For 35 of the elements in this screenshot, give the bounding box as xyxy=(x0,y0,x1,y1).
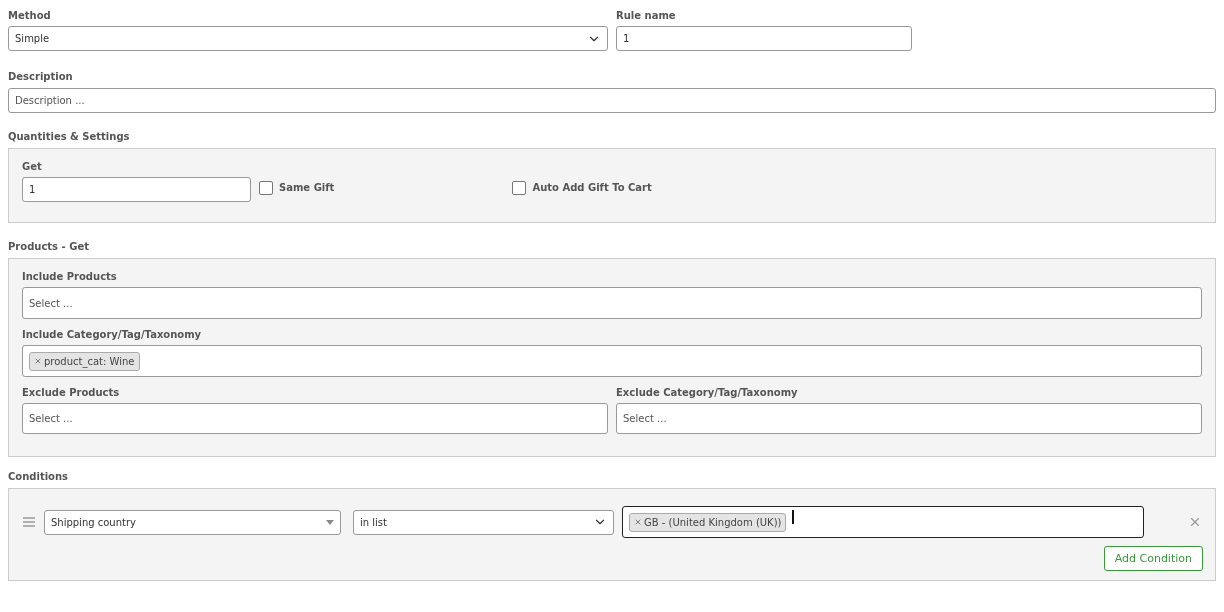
checkbox-option[interactable]: Auto Add Gift To Cart xyxy=(512,180,652,195)
condition-operator-select[interactable]: in list xyxy=(352,509,614,535)
dropdown-arrow-icon xyxy=(325,519,334,525)
field-label: Get xyxy=(22,161,43,172)
checkbox-option[interactable]: Same Gift xyxy=(259,180,335,195)
select-field[interactable]: Select ... xyxy=(616,403,1202,434)
select-field[interactable]: Select ... xyxy=(22,287,1202,319)
field-label: Method xyxy=(8,10,52,21)
drag-handle-icon[interactable] xyxy=(22,517,36,527)
condition-type-select[interactable]: Shipping country xyxy=(43,509,341,535)
remove-icon[interactable] xyxy=(34,357,42,365)
checkbox[interactable] xyxy=(512,180,527,195)
select-field[interactable]: product_cat: Wine xyxy=(22,345,1202,377)
section-title: Products - Get xyxy=(8,241,90,252)
field-label: Rule name xyxy=(616,10,677,21)
selected-tag[interactable]: GB - (United Kingdom (UK)) xyxy=(628,512,787,532)
field-label: Include Products xyxy=(22,271,118,282)
method-select[interactable]: Simple xyxy=(8,26,608,51)
field-label: Exclude Products xyxy=(22,387,121,398)
section-title: Conditions xyxy=(8,471,70,482)
rule-name-input[interactable]: 1 xyxy=(616,26,912,51)
remove-icon[interactable] xyxy=(633,518,642,526)
selected-tag[interactable]: product_cat: Wine xyxy=(29,351,140,371)
section-title: Quantities & Settings xyxy=(8,131,131,142)
checkbox[interactable] xyxy=(259,180,273,195)
close-icon[interactable] xyxy=(1188,515,1202,529)
description-input[interactable]: Description ... xyxy=(8,88,1216,113)
field-label: Description xyxy=(8,71,74,82)
select-field[interactable]: Select ... xyxy=(22,403,608,434)
field-label: Include Category/Tag/Taxonomy xyxy=(22,329,203,340)
field-label: Exclude Category/Tag/Taxonomy xyxy=(616,387,799,398)
text-cursor xyxy=(792,510,795,524)
condition-value-field[interactable]: GB - (United Kingdom (UK)) xyxy=(621,506,1145,538)
get-quantity-input[interactable]: 1 xyxy=(22,177,251,202)
add-condition-button[interactable]: Add Condition xyxy=(1103,546,1203,571)
